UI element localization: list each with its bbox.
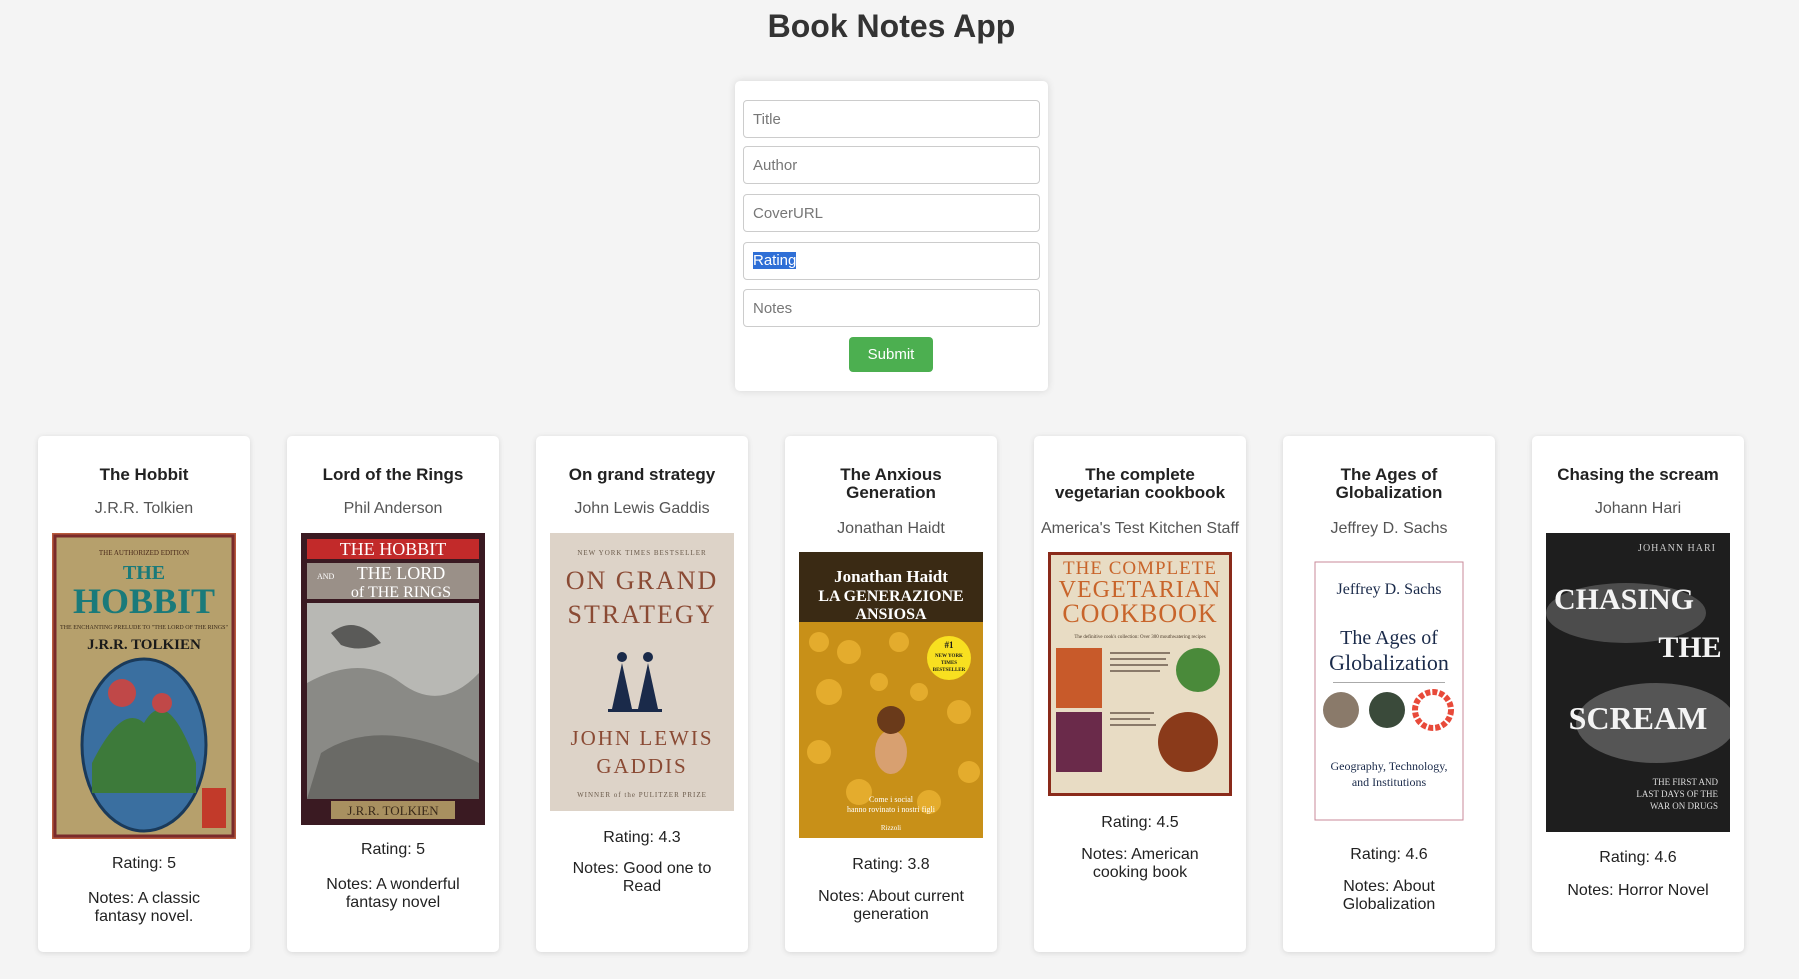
cover-text: J.R.R. TOLKIEN [87, 637, 201, 653]
cover-text: AND [317, 572, 335, 581]
cover-text: The Ages of [1340, 627, 1438, 649]
rating-selected-text: Rating [753, 252, 797, 269]
cover-text: TIMES [941, 661, 957, 666]
cover-text: #1 [945, 640, 955, 650]
cover-text: THE HOBBIT [340, 539, 447, 559]
cover-text: Come i social [869, 795, 914, 804]
cover-text: LA GENERAZIONE [818, 588, 963, 605]
book-rating: Rating: 4.6 [1599, 849, 1677, 866]
cover-text: hanno rovinato i nostri figli [847, 805, 936, 814]
book-author: J.R.R. Tolkien [94, 500, 194, 517]
book-title: Chasing the scream [1557, 465, 1719, 484]
cover-text: of THE RINGS [351, 584, 451, 601]
cover-text: Rizzoli [881, 824, 901, 832]
cover-text: Geography, Technology, [1330, 759, 1447, 773]
cover-text: ANSIOSA [855, 606, 927, 623]
add-book-form: Rating Submit [735, 81, 1048, 391]
book-author: Phil Anderson [343, 500, 443, 517]
book-author: Johann Hari [1594, 500, 1682, 517]
cover-text: SCREAM [1569, 700, 1708, 736]
book-notes: Notes: A wonderful fantasy novel [326, 876, 460, 911]
book-rating: Rating: 4.6 [1350, 846, 1428, 863]
cover-text: J.R.R. TOLKIEN [347, 803, 439, 818]
cover-text: THE ENCHANTING PRELUDE TO "THE LORD OF T… [60, 625, 228, 631]
book-author: Jonathan Haidt [837, 520, 945, 537]
book-card: Chasing the scream Johann Hari JOHANN HA… [1532, 436, 1744, 952]
cover-text: ON GRAND [566, 566, 719, 595]
book-title: Lord of the Rings [322, 465, 464, 484]
book-title: The Hobbit [99, 465, 189, 484]
cover-text: THE AUTHORIZED EDITION [99, 549, 189, 557]
author-input[interactable] [743, 146, 1040, 184]
book-rating: Rating: 4.3 [603, 829, 681, 846]
cover-text: CHASING [1554, 583, 1694, 616]
book-rating: Rating: 5 [360, 841, 426, 858]
book-author: America's Test Kitchen Staff [1040, 520, 1240, 537]
book-author: Jeffrey D. Sachs [1330, 520, 1448, 537]
book-card: Lord of the Rings Phil Anderson THE HOBB… [287, 436, 499, 952]
cover-text: Jeffrey D. Sachs [1336, 581, 1441, 598]
cover-text: THE LORD [357, 563, 446, 583]
book-title: The Ages of Globalization [1335, 465, 1443, 502]
notes-input[interactable] [743, 289, 1040, 327]
cover-text: WAR ON DRUGS [1650, 801, 1718, 811]
book-cover-image: JOHANN HARI CHASING THE SCREAM THE FIRST… [1546, 533, 1730, 832]
cover-text: Globalization [1329, 650, 1449, 675]
cover-text: THE FIRST AND [1653, 777, 1719, 787]
cover-text: COOKBOOK [1062, 599, 1217, 628]
book-notes: Notes: About current generation [818, 888, 964, 923]
cover-text: Jonathan Haidt [834, 567, 948, 586]
submit-button[interactable]: Submit [849, 337, 933, 372]
cover-text: GADDIS [596, 754, 687, 778]
book-cover-image: THE COMPLETE VEGETARIAN COOKBOOK The def… [1048, 552, 1232, 796]
book-cover-image: Jeffrey D. Sachs The Ages of Globalizati… [1297, 552, 1481, 829]
rating-input[interactable]: Rating [743, 242, 1040, 280]
book-title: The Anxious Generation [840, 465, 942, 502]
book-author: John Lewis Gaddis [574, 500, 710, 517]
book-notes: Notes: Horror Novel [1567, 882, 1709, 899]
cover-text: and Institutions [1352, 775, 1427, 789]
cover-text: NEW YORK [935, 654, 963, 659]
book-card: On grand strategy John Lewis Gaddis NEW … [536, 436, 748, 952]
cover-url-input[interactable] [743, 194, 1040, 232]
book-cover-image: THE AUTHORIZED EDITION THE HOBBIT THE EN… [52, 533, 236, 839]
book-notes: Notes: Good one to Read [572, 860, 712, 895]
cover-text: STRATEGY [568, 600, 717, 629]
book-title: On grand strategy [568, 465, 716, 484]
cover-text: WINNER of the PULITZER PRIZE [577, 791, 707, 799]
book-rating: Rating: 4.5 [1101, 814, 1179, 831]
cover-text: NEW YORK TIMES BESTSELLER [577, 549, 706, 557]
cover-text: HOBBIT [73, 581, 215, 621]
book-notes: Notes: American cooking book [1081, 846, 1199, 881]
book-rating: Rating: 5 [111, 855, 177, 872]
book-card: The Hobbit J.R.R. Tolkien THE AUTHORIZED… [38, 436, 250, 952]
cover-text: JOHN LEWIS [570, 726, 713, 750]
cover-text: LAST DAYS OF THE [1636, 789, 1718, 799]
book-cover-image: Jonathan Haidt LA GENERAZIONE ANSIOSA #1… [799, 552, 983, 838]
book-notes: Notes: A classic fantasy novel. [87, 890, 201, 925]
cover-text: THE [1658, 631, 1721, 664]
book-title: The complete vegetarian cookbook [1054, 465, 1226, 502]
book-card: The Ages of Globalization Jeffrey D. Sac… [1283, 436, 1495, 952]
cover-text: THE COMPLETE [1063, 558, 1217, 579]
cover-text: The definitive cook's collection: Over 3… [1074, 635, 1205, 640]
book-cover-image: NEW YORK TIMES BESTSELLER ON GRAND STRAT… [550, 533, 734, 811]
book-card: The complete vegetarian cookbook America… [1034, 436, 1246, 952]
book-card: The Anxious Generation Jonathan Haidt Jo… [785, 436, 997, 952]
cover-text: JOHANN HARI [1638, 543, 1716, 554]
book-cover-image: THE HOBBIT AND THE LORD of THE RINGS J.R… [301, 533, 485, 825]
cover-text: BESTSELLER [933, 668, 966, 673]
book-notes: Notes: About Globalization [1342, 878, 1436, 913]
book-rating: Rating: 3.8 [852, 856, 930, 873]
page-title: Book Notes App [767, 8, 1016, 44]
title-input[interactable] [743, 100, 1040, 138]
